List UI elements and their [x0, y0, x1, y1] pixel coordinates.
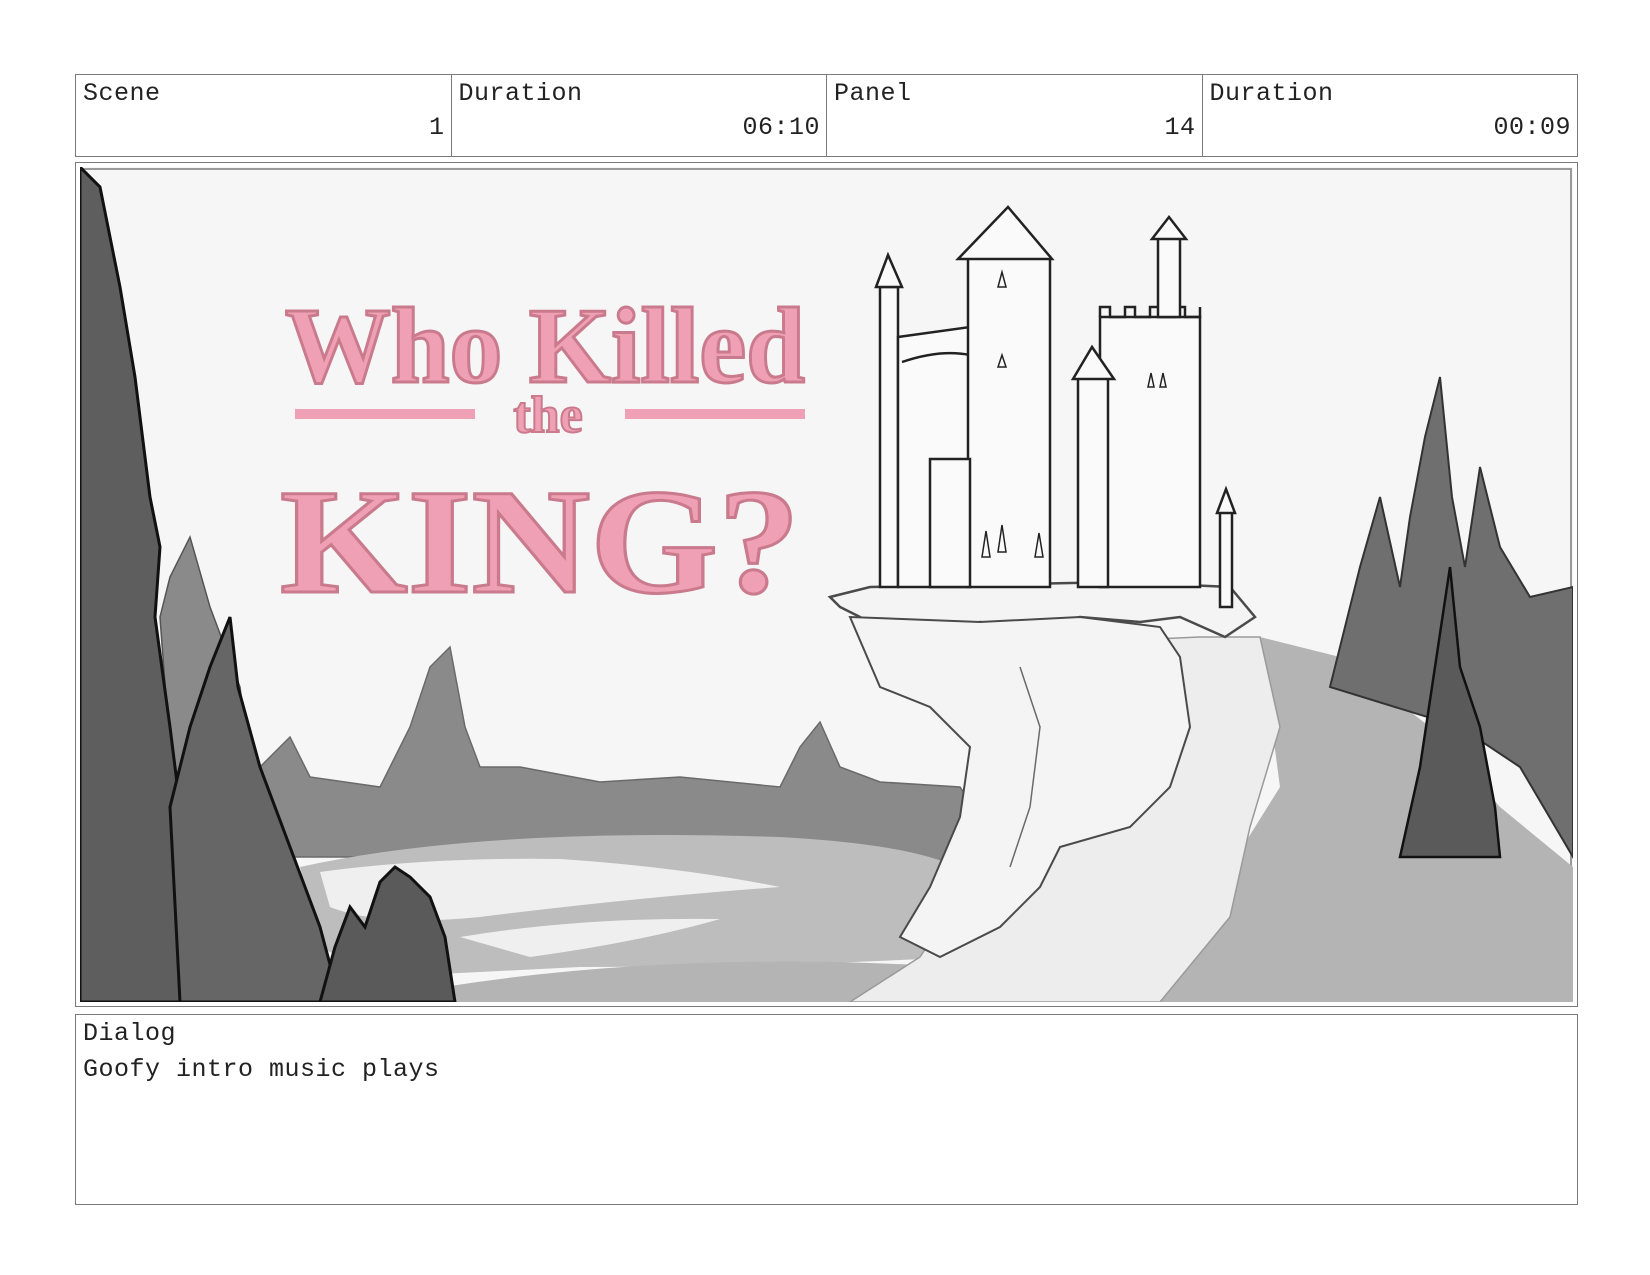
storyboard-panel: Who Killed the KING? [75, 162, 1578, 1007]
dialog-box: Dialog Goofy intro music plays [75, 1014, 1578, 1205]
panel-duration-cell: Duration 00:09 [1203, 75, 1578, 156]
scene-value: 1 [428, 113, 445, 142]
panel-duration-label: Duration [1209, 79, 1334, 108]
castle-left-tower [878, 285, 900, 589]
scene-duration-cell: Duration 06:10 [452, 75, 827, 156]
dialog-text: Goofy intro music plays [83, 1055, 440, 1084]
castle-mid-tower [1076, 375, 1110, 589]
storyboard-header: Scene 1 Duration 06:10 Panel 14 Duration… [75, 74, 1578, 157]
castle-right-keep [1098, 315, 1202, 589]
title-line-3: KING? [280, 459, 800, 625]
castle-pillar [1218, 510, 1234, 609]
panel-artwork: Who Killed the KING? [80, 167, 1573, 1002]
panel-value: 14 [1164, 113, 1196, 142]
scene-label: Scene [83, 79, 161, 108]
title-line-2: the [513, 387, 582, 444]
panel-duration-value: 00:09 [1493, 113, 1571, 142]
panel-cell: Panel 14 [827, 75, 1203, 156]
castle-back-tower [1156, 235, 1182, 319]
dialog-label: Dialog [83, 1019, 177, 1048]
panel-label: Panel [834, 79, 912, 108]
scene-cell: Scene 1 [76, 75, 452, 156]
scene-duration-value: 06:10 [742, 113, 820, 142]
scene-duration-label: Duration [458, 79, 583, 108]
castle-gate-block [928, 457, 972, 589]
